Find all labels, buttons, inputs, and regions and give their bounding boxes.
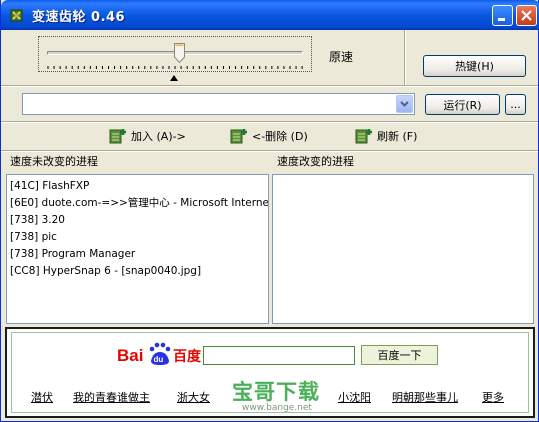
- process-combo[interactable]: [22, 93, 415, 115]
- slider-ticks: [47, 66, 303, 69]
- svg-text:du: du: [154, 355, 164, 364]
- divider-1: [1, 85, 538, 87]
- baidu-logo-icon: Bai du 百度: [117, 342, 202, 365]
- watermark: 宝哥下载 www.bange.net: [232, 376, 332, 414]
- minimize-button[interactable]: [492, 5, 513, 26]
- window-title: 变速齿轮 0.46: [32, 10, 126, 25]
- process-item[interactable]: [738] Program Manager: [7, 246, 268, 263]
- refresh-label: 刷新 (F): [377, 130, 418, 143]
- refresh-icon: [355, 129, 372, 144]
- hot-link[interactable]: 浙大女: [177, 389, 210, 405]
- add-icon: [109, 129, 126, 144]
- hot-link[interactable]: 小沈阳: [338, 389, 371, 405]
- normal-speed-marker-icon: [170, 75, 178, 81]
- process-item[interactable]: [6E0] duote.com-=>>管理中心 - Microsoft Inte…: [7, 195, 268, 212]
- process-item[interactable]: [738] pic: [7, 229, 268, 246]
- run-button[interactable]: 运行(R): [425, 94, 500, 115]
- hot-link[interactable]: 明朝那些事儿: [392, 389, 458, 405]
- close-button[interactable]: [516, 5, 537, 26]
- slider-thumb[interactable]: [174, 43, 186, 63]
- title-bar[interactable]: 变速齿轮 0.46: [1, 0, 539, 30]
- combo-dropdown-button[interactable]: [396, 95, 413, 113]
- svg-text:百度: 百度: [173, 348, 202, 365]
- remove-process-button[interactable]: <-删除 (D): [230, 126, 308, 146]
- web-panel-inner: Bai du 百度 百度一下 潜伏 我的青春谁做主 浙大女 小沈阳 明朝那些事儿…: [11, 332, 529, 413]
- remove-icon: [230, 129, 247, 144]
- watermark-url: www.bange.net: [242, 403, 312, 413]
- top-divider-vertical: [404, 30, 406, 86]
- hot-link[interactable]: 我的青春谁做主: [73, 389, 150, 405]
- unchanged-process-list[interactable]: [41C] FlashFXP [6E0] duote.com-=>>管理中心 - …: [6, 174, 269, 324]
- baidu-search-button[interactable]: 百度一下: [361, 345, 438, 365]
- main-window: 变速齿轮 0.46 原速 热键(H) 运行(R) ... 加入 (A)-> <-…: [0, 0, 539, 422]
- close-icon: [521, 10, 532, 21]
- web-panel: Bai du 百度 百度一下 潜伏 我的青春谁做主 浙大女 小沈阳 明朝那些事儿…: [5, 327, 535, 418]
- process-item[interactable]: [738] 3.20: [7, 212, 268, 229]
- chevron-down-icon: [400, 101, 409, 107]
- gear-app-icon: [10, 9, 23, 22]
- speed-label: 原速: [329, 50, 354, 64]
- remove-label: <-删除 (D): [252, 130, 308, 143]
- refresh-button[interactable]: 刷新 (F): [355, 126, 417, 146]
- speed-slider[interactable]: [38, 36, 312, 72]
- process-item[interactable]: [41C] FlashFXP: [7, 178, 268, 195]
- more-link[interactable]: 更多: [482, 389, 504, 405]
- svg-text:Bai: Bai: [117, 346, 143, 365]
- browse-button[interactable]: ...: [505, 94, 526, 115]
- hotkey-button[interactable]: 热键(H): [423, 55, 526, 77]
- changed-process-list[interactable]: [272, 174, 534, 324]
- add-process-button[interactable]: 加入 (A)->: [109, 126, 186, 146]
- watermark-title: 宝哥下载: [232, 380, 320, 404]
- hot-link[interactable]: 潜伏: [31, 389, 53, 405]
- divider-2: [1, 121, 538, 123]
- changed-list-title: 速度改变的进程: [277, 155, 354, 168]
- minimize-icon: [498, 18, 505, 21]
- process-item[interactable]: [CC8] HyperSnap 6 - [snap0040.jpg]: [7, 263, 268, 280]
- unchanged-list-title: 速度未改变的进程: [10, 155, 98, 168]
- add-label: 加入 (A)->: [131, 130, 186, 143]
- divider-3: [1, 150, 538, 152]
- baidu-search-input[interactable]: [203, 346, 355, 365]
